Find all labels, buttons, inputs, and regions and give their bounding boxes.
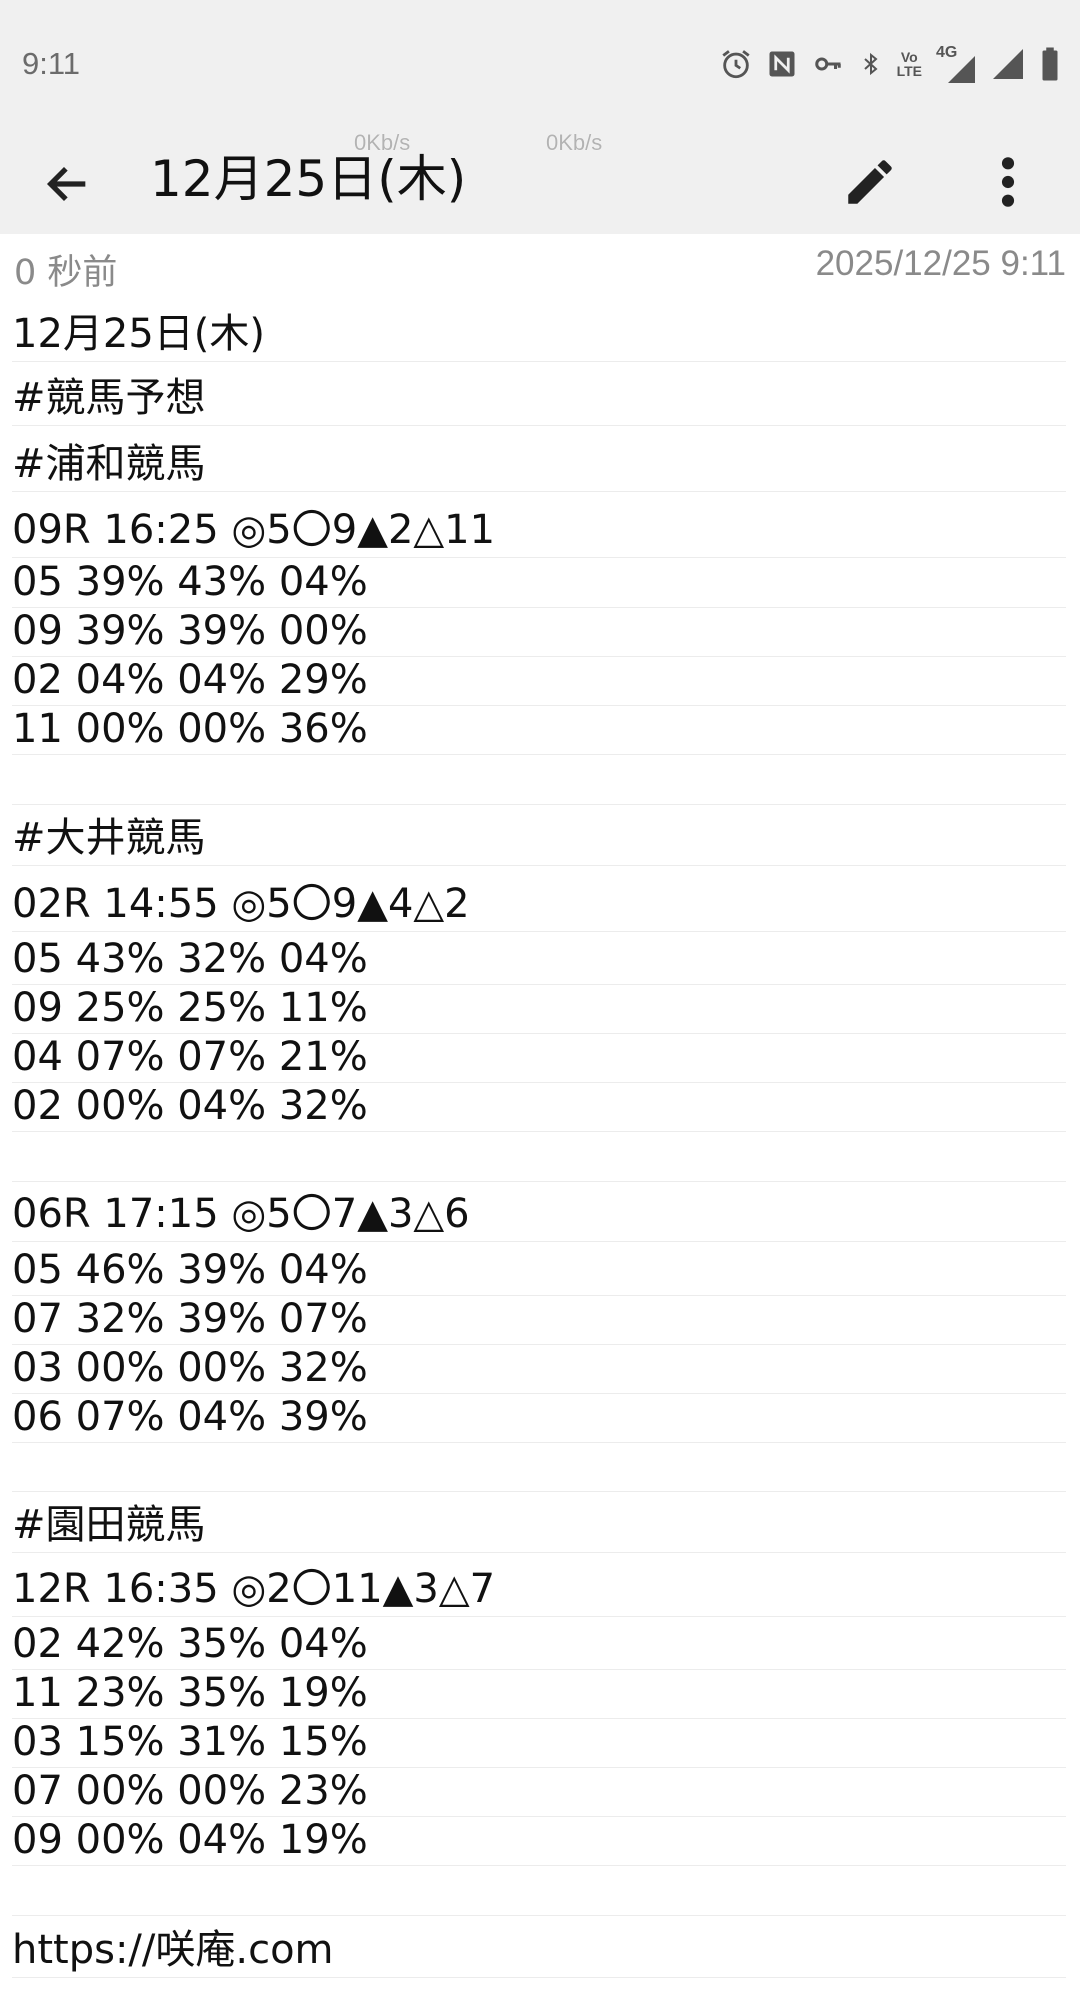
edit-button[interactable]: [834, 146, 906, 218]
note-line-text: 02 00% 04% 32%: [12, 1083, 368, 1129]
note-line: 12R 16:35 ◎2〇11▲3△7: [12, 1555, 1066, 1617]
note-line-text: 12R 16:35 ◎2〇11▲3△7: [12, 1566, 496, 1612]
note-line: https://咲庵.com: [12, 1920, 1066, 1978]
volte-icon: Vo LTE: [897, 44, 922, 84]
note-line: #浦和競馬: [12, 430, 1066, 492]
note-line: [12, 1444, 1066, 1492]
page-title: 12月25日(木): [150, 150, 467, 208]
note-line: 05 43% 32% 04%: [12, 935, 1066, 985]
app-bar: 12月25日(木) 0Kb/s 0Kb/s: [0, 130, 1080, 234]
note-line: 11 00% 00% 36%: [12, 706, 1066, 755]
note-line: 02 04% 04% 29%: [12, 657, 1066, 706]
note-line: #競馬予想: [12, 364, 1066, 426]
bluetooth-icon: [859, 44, 883, 84]
note-line: [12, 757, 1066, 805]
back-button[interactable]: [36, 152, 100, 216]
note-line-text: 06R 17:15 ◎5〇7▲3△6: [12, 1191, 470, 1237]
note-line-text: 12月25日(木): [12, 311, 266, 357]
meta-row: 0 秒前 2025/12/25 9:11: [0, 234, 1080, 298]
note-line-text: 09R 16:25 ◎5〇9▲2△11: [12, 507, 496, 553]
battery-icon: [1040, 44, 1060, 84]
network-speed-1: 0Kb/s: [354, 130, 411, 155]
note-line: 09R 16:25 ◎5〇9▲2△11: [12, 496, 1066, 558]
note-line-text: #園田競馬: [12, 1502, 206, 1548]
note-line-text: 07 00% 00% 23%: [12, 1768, 368, 1814]
note-line: #園田競馬: [12, 1495, 1066, 1553]
note-line: 11 23% 35% 19%: [12, 1670, 1066, 1719]
note-line: 09 25% 25% 11%: [12, 985, 1066, 1034]
note-line-text: 04 07% 07% 21%: [12, 1034, 368, 1080]
timestamp: 2025/12/25 9:11: [815, 244, 1066, 283]
note-line-text: 07 32% 39% 07%: [12, 1296, 368, 1342]
note-line: 03 15% 31% 15%: [12, 1719, 1066, 1768]
network-speed-2: 0Kb/s: [546, 130, 603, 155]
signal-icon: [990, 44, 1026, 84]
vpn-key-icon: [811, 44, 845, 84]
note-line: [12, 1868, 1066, 1916]
note-line: 02 42% 35% 04%: [12, 1618, 1066, 1670]
note-line: 06 07% 04% 39%: [12, 1394, 1066, 1443]
note-line-text: 05 43% 32% 04%: [12, 936, 368, 982]
note-line: 05 39% 43% 04%: [12, 559, 1066, 608]
note-line: 07 00% 00% 23%: [12, 1768, 1066, 1817]
4g-signal-icon: 4G: [936, 44, 976, 84]
note-line: 09 00% 04% 19%: [12, 1817, 1066, 1866]
note-line: [12, 1134, 1066, 1182]
note-line: 06R 17:15 ◎5〇7▲3△6: [12, 1184, 1066, 1242]
note-line: 07 32% 39% 07%: [12, 1296, 1066, 1345]
note-line-text: #大井競馬: [12, 815, 206, 861]
note-line-text: 09 00% 04% 19%: [12, 1817, 368, 1863]
pencil-icon: [848, 160, 892, 204]
nfc-icon: [767, 44, 797, 84]
note-line: 09 39% 39% 00%: [12, 608, 1066, 657]
note-line: #大井競馬: [12, 806, 1066, 866]
note-line-text: 02 04% 04% 29%: [12, 657, 368, 703]
note-line: 05 46% 39% 04%: [12, 1244, 1066, 1296]
note-line-text: 09 25% 25% 11%: [12, 985, 368, 1031]
note-line-text: 03 00% 00% 32%: [12, 1345, 368, 1391]
relative-time: 0 秒前: [14, 253, 118, 293]
note-line-text: 11 00% 00% 36%: [12, 706, 368, 752]
note-line: 02 00% 04% 32%: [12, 1083, 1066, 1132]
note-line: 04 07% 07% 21%: [12, 1034, 1066, 1083]
note-line: 02R 14:55 ◎5〇9▲4△2: [12, 870, 1066, 932]
note-line-text: 11 23% 35% 19%: [12, 1670, 368, 1716]
note-line-text: 05 46% 39% 04%: [12, 1247, 368, 1293]
more-vert-icon: [1001, 157, 1015, 207]
note-line-text: 06 07% 04% 39%: [12, 1394, 368, 1440]
status-icons: Vo LTE 4G: [719, 44, 1060, 84]
note-line: 12月25日(木): [12, 300, 1066, 362]
volte-label-bottom: LTE: [896, 63, 922, 79]
note-line-text: 03 15% 31% 15%: [12, 1719, 368, 1765]
note-line-text: https://咲庵.com: [12, 1927, 334, 1973]
note-line-text: 09 39% 39% 00%: [12, 608, 368, 654]
status-bar: 9:11 Vo LTE 4G: [0, 0, 1080, 130]
note-line: 03 00% 00% 32%: [12, 1345, 1066, 1394]
note-line-text: #浦和競馬: [12, 441, 206, 487]
note-line-text: 02R 14:55 ◎5〇9▲4△2: [12, 881, 470, 927]
volte-label-top: Vo: [900, 49, 918, 65]
note-line-text: #競馬予想: [12, 375, 206, 421]
back-arrow-icon: [46, 166, 86, 202]
status-time: 9:11: [22, 46, 81, 81]
more-options-button[interactable]: [976, 146, 1040, 218]
alarm-icon: [719, 44, 753, 84]
note-line-text: 02 42% 35% 04%: [12, 1621, 368, 1667]
note-line-text: 05 39% 43% 04%: [12, 559, 368, 605]
